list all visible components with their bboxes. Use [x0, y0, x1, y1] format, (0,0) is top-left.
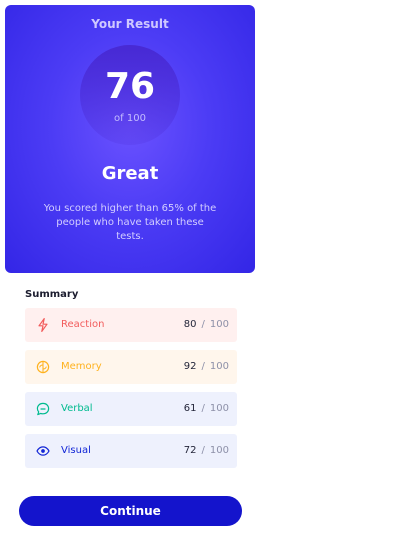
summary-row-verbal: Verbal 61/100 — [25, 392, 237, 426]
result-heading: Your Result — [91, 17, 169, 31]
summary-label: Verbal — [61, 403, 93, 414]
summary-score-value: 72 — [183, 445, 197, 456]
rating-label: Great — [101, 163, 159, 184]
brain-icon — [35, 359, 51, 375]
lightning-icon — [35, 317, 51, 333]
summary-score-value: 61 — [183, 403, 197, 414]
eye-icon — [35, 443, 51, 459]
continue-button[interactable]: Continue — [19, 496, 242, 526]
results-page: Your Result 76 of 100 Great You scored h… — [0, 0, 402, 555]
summary-score-value: 80 — [183, 319, 197, 330]
summary-score-value: 92 — [183, 361, 197, 372]
summary-label: Visual — [61, 445, 91, 456]
chat-bubble-icon — [35, 401, 51, 417]
summary-score: 80/100 — [183, 319, 229, 330]
summary-score: 61/100 — [183, 403, 229, 414]
summary-title: Summary — [25, 289, 79, 300]
summary-label: Reaction — [61, 319, 105, 330]
summary-row-reaction: Reaction 80/100 — [25, 308, 237, 342]
result-description: You scored higher than 65% of the people… — [43, 203, 217, 242]
score-value: 76 — [104, 66, 156, 107]
score-circle: 76 of 100 — [80, 45, 180, 145]
summary-score-max: 100 — [209, 403, 229, 414]
result-card: Your Result 76 of 100 Great You scored h… — [5, 5, 255, 273]
summary-score-max: 100 — [209, 445, 229, 456]
summary-score: 72/100 — [183, 445, 229, 456]
summary-row-visual: Visual 72/100 — [25, 434, 237, 468]
summary-score-max: 100 — [209, 319, 229, 330]
summary-row-memory: Memory 92/100 — [25, 350, 237, 384]
summary-score: 92/100 — [183, 361, 229, 372]
summary-score-max: 100 — [209, 361, 229, 372]
score-max-label: of 100 — [114, 113, 146, 124]
summary-label: Memory — [61, 361, 102, 372]
